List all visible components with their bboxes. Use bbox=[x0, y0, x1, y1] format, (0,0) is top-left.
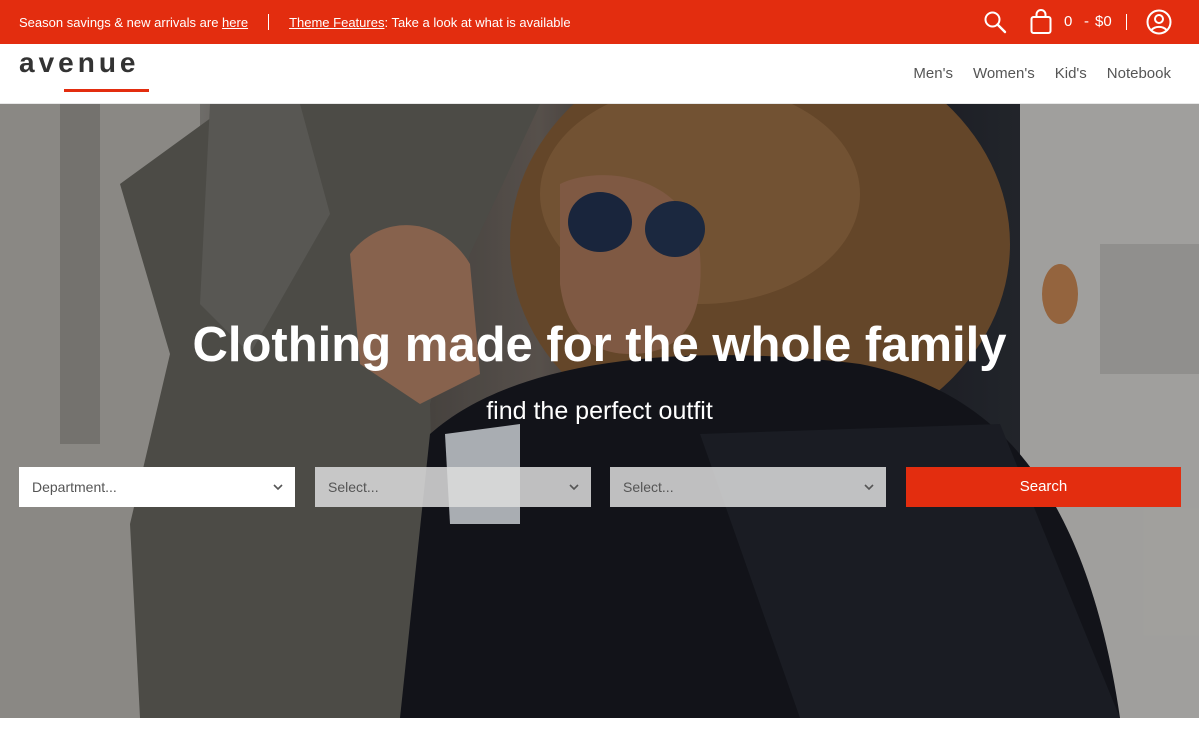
theme-features-text: : Take a look at what is available bbox=[384, 15, 571, 30]
cart-dash: - bbox=[1084, 13, 1089, 30]
nav-item-notebook[interactable]: Notebook bbox=[1107, 65, 1171, 82]
search-icon[interactable] bbox=[983, 10, 1007, 34]
account-icon[interactable] bbox=[1146, 9, 1172, 35]
hero-banner: Clothing made for the whole family find … bbox=[0, 104, 1199, 718]
theme-features-link[interactable]: Theme Features bbox=[289, 15, 384, 30]
announcement-divider bbox=[268, 14, 270, 30]
cart-icon[interactable] bbox=[1030, 9, 1052, 35]
chevron-down-icon bbox=[864, 484, 874, 491]
cart-count[interactable]: 0 bbox=[1064, 13, 1072, 30]
logo-underline bbox=[64, 89, 149, 92]
hero-title: Clothing made for the whole family bbox=[192, 318, 1007, 372]
announcement-message: Season savings & new arrivals are bbox=[19, 15, 223, 30]
department-select[interactable]: Department... bbox=[19, 467, 295, 507]
nav-item-mens[interactable]: Men's bbox=[913, 65, 953, 82]
announcement-here-link[interactable]: here bbox=[222, 15, 248, 30]
hero-subtitle: find the perfect outfit bbox=[486, 397, 713, 425]
search-button[interactable]: Search bbox=[906, 467, 1181, 507]
filter-select-3-value: Select... bbox=[623, 479, 674, 495]
filter-select-2[interactable]: Select... bbox=[315, 467, 591, 507]
actions-divider bbox=[1126, 14, 1127, 30]
filter-select-3[interactable]: Select... bbox=[610, 467, 886, 507]
department-select-value: Department... bbox=[32, 479, 117, 495]
cart-total[interactable]: $0 bbox=[1095, 13, 1112, 30]
brand-logo[interactable]: avenue bbox=[19, 47, 140, 79]
filter-select-2-value: Select... bbox=[328, 479, 379, 495]
chevron-down-icon bbox=[273, 484, 283, 491]
announcement-text: Season savings & new arrivals are here Th… bbox=[19, 14, 571, 30]
chevron-down-icon bbox=[569, 484, 579, 491]
announcement-bar: Season savings & new arrivals are here Th… bbox=[0, 0, 1199, 44]
nav-item-womens[interactable]: Women's bbox=[973, 65, 1035, 82]
nav-item-kids[interactable]: Kid's bbox=[1055, 65, 1087, 82]
main-nav: Men's Women's Kid's Notebook bbox=[913, 65, 1171, 82]
site-header: avenue Men's Women's Kid's Notebook bbox=[0, 44, 1199, 104]
